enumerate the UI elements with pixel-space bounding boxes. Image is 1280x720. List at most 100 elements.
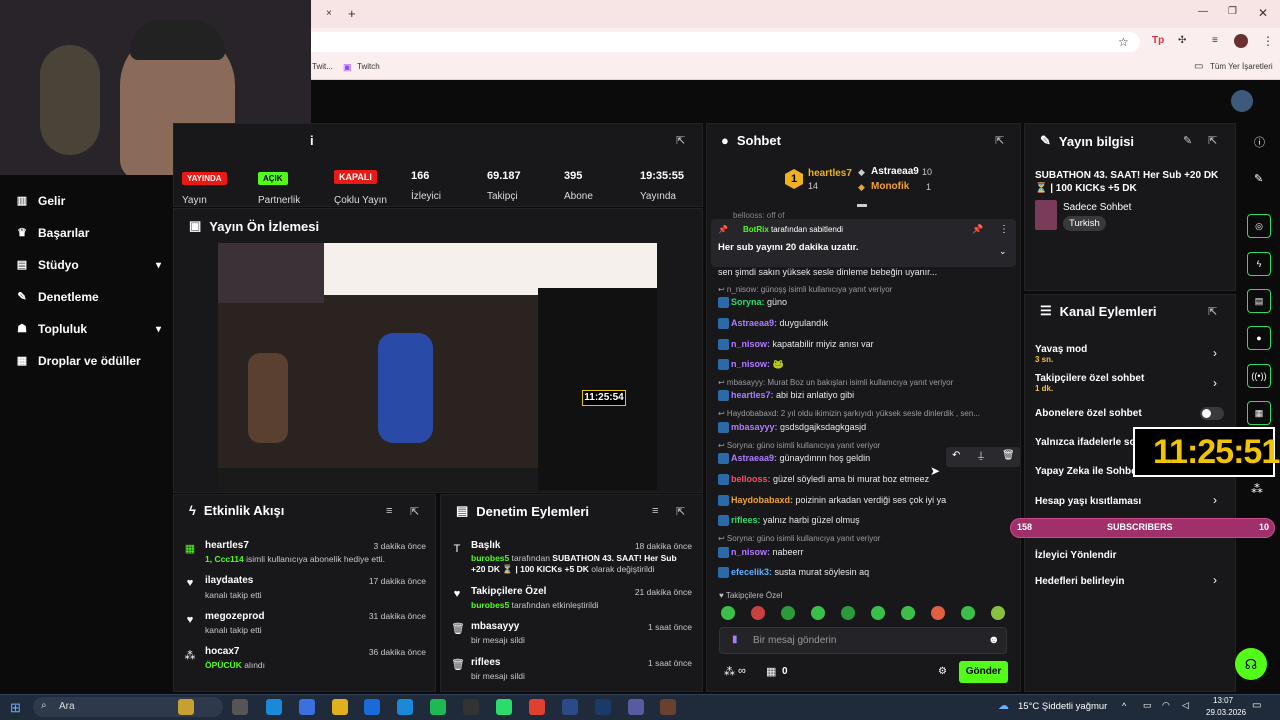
chat-message[interactable]: Soryna: güno (718, 297, 787, 309)
info-icon[interactable]: ⓘ (1254, 134, 1265, 150)
taskbar-app-icon[interactable] (397, 699, 413, 715)
settings-icon[interactable]: ⚙ (938, 666, 947, 677)
chat-icon[interactable]: ● (1247, 326, 1271, 350)
collapse-icon[interactable]: ▬ (857, 199, 867, 210)
action-slow-mode[interactable]: Yavaş mod 3 sn. (1035, 344, 1087, 364)
chevron-down-icon[interactable]: ⌄ (999, 246, 1007, 257)
user-avatar[interactable] (1231, 90, 1253, 112)
chat-username[interactable]: n_nisow: (731, 547, 770, 557)
chat-input[interactable]: ▮ Bir mesaj gönderin ☻ (719, 627, 1007, 654)
chat-username[interactable]: heartles7: (731, 390, 774, 400)
puzzle-icon[interactable]: ✣ (1178, 35, 1186, 46)
chat-username[interactable]: Astraeaa9: (731, 318, 777, 328)
layout-icon[interactable]: ▦ (1247, 401, 1271, 425)
emote-icon[interactable] (721, 606, 735, 620)
taskbar-app-icon[interactable] (299, 699, 315, 715)
gift-icon[interactable]: ▦ (766, 665, 776, 678)
emote-icon[interactable] (901, 606, 915, 620)
doc-icon[interactable]: ▤ (1247, 289, 1271, 313)
support-button[interactable]: ☊ (1235, 648, 1267, 680)
profile-icon[interactable] (1234, 34, 1248, 48)
notification-icon[interactable]: ▭ (1252, 700, 1261, 711)
all-bookmarks[interactable]: Tüm Yer İşaretleri (1210, 62, 1273, 71)
taskbar-app-icon[interactable] (430, 699, 446, 715)
taskbar-app-icon[interactable] (660, 699, 676, 715)
nav-gelir[interactable]: ▥ Gelir (16, 194, 161, 208)
nav-topluluk[interactable]: ☗ Topluluk ▾ (16, 322, 161, 336)
chat-username[interactable]: Haydobabaxd: (731, 495, 793, 505)
taskbar-app-icon[interactable] (364, 699, 380, 715)
nav-denetleme[interactable]: ✎ Denetleme (16, 290, 161, 304)
kebab-menu-icon[interactable]: ⋮ (999, 224, 1009, 235)
minimize-icon[interactable]: — (1198, 6, 1208, 17)
filter-icon[interactable]: ≡ (652, 505, 658, 517)
expand-icon[interactable]: ⇱ (676, 505, 685, 518)
windows-start-icon[interactable]: ⊞ (10, 700, 21, 716)
taskbar-app-icon[interactable] (232, 699, 248, 715)
nav-studyo[interactable]: ▤ Stüdyo ▾ (16, 258, 161, 272)
taskbar-search[interactable]: ⌕ Ara (33, 697, 223, 717)
taskbar-app-icon[interactable] (562, 699, 578, 715)
chat-message[interactable]: n_nisow: nabeerr (718, 547, 804, 559)
star-icon[interactable]: ☆ (1118, 35, 1129, 49)
subscribers-only-toggle[interactable] (1200, 407, 1224, 420)
broadcast-icon[interactable]: ((•)) (1247, 364, 1271, 388)
action-set-goals[interactable]: Hedefleri belirleyin (1035, 576, 1124, 587)
emoji-icon[interactable]: ☻ (988, 634, 1000, 646)
tab-close-icon[interactable]: × (326, 8, 332, 19)
clock-date[interactable]: 29.03.2026 (1206, 708, 1246, 717)
chat-message[interactable]: Astraeaa9: günaydınnn hoş geldin (718, 453, 870, 465)
emote-icon[interactable] (961, 606, 975, 620)
taskbar-app-icon[interactable] (463, 699, 479, 715)
emote-icon[interactable] (841, 606, 855, 620)
clip-icon[interactable]: ◎ (1247, 214, 1271, 238)
expand-icon[interactable]: ⇱ (676, 134, 685, 147)
action-ai-chat[interactable]: Yapay Zeka ile Sohbet (1035, 466, 1140, 477)
taskbar-app-icon[interactable] (628, 699, 644, 715)
wifi-icon[interactable]: ◠ (1162, 700, 1170, 711)
tray-chevron-icon[interactable]: ^ (1122, 701, 1126, 711)
emote-icon[interactable] (991, 606, 1005, 620)
new-tab-icon[interactable]: + (348, 6, 356, 21)
chat-username[interactable]: bellooss: (731, 474, 771, 484)
pencil-icon[interactable]: ✎ (1254, 172, 1263, 185)
delete-icon[interactable]: 🗑 (1002, 450, 1015, 461)
lightning-icon[interactable]: ϟ (1247, 252, 1271, 276)
taskbar-app-icon[interactable] (178, 699, 194, 715)
third-gifter-name[interactable]: Monofik (871, 181, 909, 192)
chat-message[interactable]: mbasayyy: gsdsdgajksdagkgasjd (718, 422, 866, 434)
taskbar-app-icon[interactable] (332, 699, 348, 715)
filter-icon[interactable]: ≡ (386, 505, 392, 517)
expand-icon[interactable]: ⇱ (1208, 134, 1217, 147)
edit-icon[interactable]: ✎ (1183, 134, 1192, 147)
pin-action-icon[interactable]: 📌 (972, 224, 983, 235)
expand-icon[interactable]: ⇱ (995, 134, 1004, 147)
nav-basarilar[interactable]: ♛ Başarılar (16, 226, 161, 240)
action-subscribers-only[interactable]: Abonelere özel sohbet (1035, 408, 1142, 419)
chat-message[interactable]: heartles7: abi bizi anlatiyo gibi (718, 390, 854, 402)
action-followers-only[interactable]: Takipçilere özel sohbet 1 dk. (1035, 373, 1144, 393)
emote-icon[interactable] (751, 606, 765, 620)
taskbar-app-icon[interactable] (266, 699, 282, 715)
chat-message[interactable]: efecelik3: susta murat söylesin aq (718, 567, 869, 579)
address-bar[interactable] (300, 32, 1140, 52)
bookmark-item[interactable]: Twit... (312, 62, 333, 71)
kick-logo-icon[interactable]: ⁂ (1251, 482, 1263, 496)
chat-username[interactable]: mbasayyy: (731, 422, 778, 432)
taskbar-app-icon[interactable] (529, 699, 545, 715)
taskbar-app-icon[interactable] (595, 699, 611, 715)
chat-message[interactable]: Haydobabaxd: poizinin arkadan verdiği se… (718, 495, 946, 507)
action-account-age[interactable]: Hesap yaşı kısıtlaması (1035, 496, 1141, 507)
chat-message[interactable]: Astraeaa9: duygulandık (718, 318, 828, 330)
kick-points-icon[interactable]: ⁂ (724, 665, 735, 678)
chat-message[interactable]: n_nisow: kapatabilir miyiz anısı var (718, 339, 874, 351)
stream-preview[interactable]: 11:25:54 (218, 243, 657, 490)
clock-time[interactable]: 13:07 (1213, 696, 1233, 705)
top-gifter-name[interactable]: heartles7 (808, 168, 852, 179)
pin-icon[interactable]: ⍊ (978, 450, 984, 461)
emote-icon[interactable] (871, 606, 885, 620)
pinned-message[interactable]: 📌 BotRix tarafından sabitlendi Her sub y… (711, 219, 1016, 267)
emote-icon[interactable] (811, 606, 825, 620)
bookmark-twitch[interactable]: Twitch (357, 62, 380, 71)
send-button[interactable]: Gönder (959, 661, 1008, 683)
